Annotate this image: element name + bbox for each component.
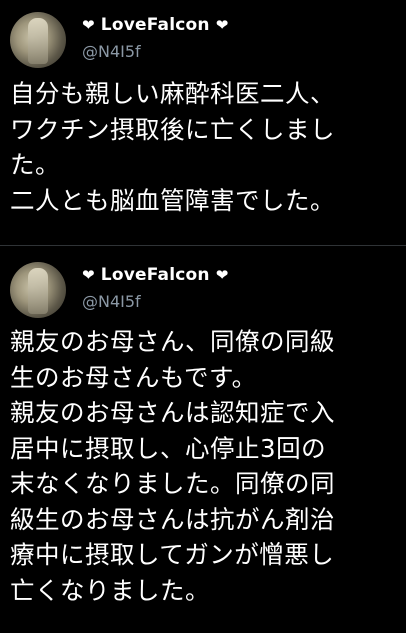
- tweet-2[interactable]: ❤ LoveFalcon ❤ @N4I5f 親友のお母さん、同僚の同級 生のお母…: [0, 252, 406, 633]
- heart-icon: ❤: [82, 265, 95, 284]
- display-name[interactable]: LoveFalcon: [101, 15, 210, 35]
- heart-icon: ❤: [215, 15, 229, 34]
- heart-icon: ❤: [82, 15, 95, 34]
- statue-figure: [28, 18, 48, 64]
- tweet-text: 親友のお母さん、同僚の同級 生のお母さんもです。 親友のお母さんは認知症で入 居…: [10, 327, 335, 605]
- display-name[interactable]: LoveFalcon: [101, 265, 210, 285]
- user-handle[interactable]: @N4I5f: [82, 42, 141, 61]
- author-name-row[interactable]: ❤ LoveFalcon ❤: [82, 15, 228, 35]
- tweet-divider: [0, 245, 406, 246]
- avatar[interactable]: [10, 12, 66, 68]
- statue-figure: [28, 268, 48, 314]
- avatar[interactable]: [10, 262, 66, 318]
- user-handle[interactable]: @N4I5f: [82, 292, 141, 311]
- author-name-row[interactable]: ❤ LoveFalcon ❤: [82, 265, 228, 285]
- tweet-text: 自分も親しい麻酔科医二人、 ワクチン摂取後に亡くしまし た。 二人とも脳血管障害…: [10, 79, 335, 215]
- tweet-1[interactable]: ❤ LoveFalcon ❤ @N4I5f 自分も親しい麻酔科医二人、 ワクチン…: [0, 0, 406, 243]
- heart-icon: ❤: [215, 265, 229, 284]
